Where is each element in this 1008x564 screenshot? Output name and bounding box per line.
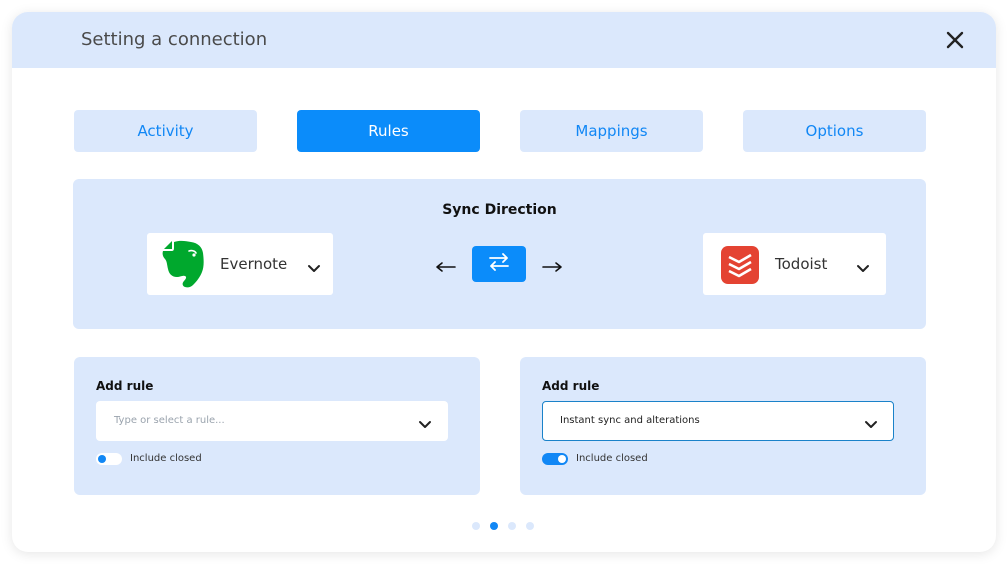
rule-select[interactable]: Type or select a rule... [96, 401, 448, 441]
rule-select[interactable]: Instant sync and alterations [542, 401, 894, 441]
include-closed-toggle[interactable] [542, 453, 568, 465]
swap-arrows-icon [488, 253, 510, 275]
target-app-select[interactable]: Todoist [703, 233, 886, 295]
rule-panel-2: Add rule Instant sync and alterations In… [520, 357, 926, 495]
modal-header: Setting a connection [12, 12, 996, 68]
chevron-down-icon [864, 415, 878, 434]
rule-select-value: Instant sync and alterations [560, 415, 700, 426]
chevron-down-icon [307, 259, 321, 278]
page-dot-4[interactable] [526, 522, 534, 530]
toggle-knob [558, 455, 566, 463]
arrow-left-icon [435, 258, 457, 272]
rule-panel-1: Add rule Type or select a rule... Includ… [74, 357, 480, 495]
modal-title: Setting a connection [81, 29, 268, 50]
rule-select-placeholder: Type or select a rule... [114, 415, 225, 426]
chevron-down-icon [418, 415, 432, 434]
toggle-knob [98, 455, 106, 463]
sync-direction-title: Sync Direction [442, 202, 557, 218]
tab-options[interactable]: Options [743, 110, 926, 152]
target-app-name: Todoist [775, 255, 828, 273]
page-dot-2[interactable] [490, 522, 498, 530]
tab-mappings[interactable]: Mappings [520, 110, 703, 152]
todoist-icon [721, 246, 759, 284]
evernote-icon [160, 239, 206, 289]
page-dot-1[interactable] [472, 522, 480, 530]
add-rule-label: Add rule [542, 379, 600, 393]
sync-direction-panel: Sync Direction Evernote Todoist [73, 179, 926, 329]
swap-direction-button[interactable] [472, 246, 526, 282]
page-dot-3[interactable] [508, 522, 516, 530]
include-closed-toggle[interactable] [96, 453, 122, 465]
connection-modal: Setting a connection Activity Rules Mapp… [12, 12, 996, 552]
arrow-right-icon [541, 258, 563, 272]
tab-rules[interactable]: Rules [297, 110, 480, 152]
close-icon[interactable] [944, 29, 966, 51]
tab-activity[interactable]: Activity [74, 110, 257, 152]
source-app-select[interactable]: Evernote [147, 233, 333, 295]
include-closed-label: Include closed [576, 453, 648, 464]
source-app-name: Evernote [220, 255, 288, 273]
include-closed-label: Include closed [130, 453, 202, 464]
add-rule-label: Add rule [96, 379, 154, 393]
chevron-down-icon [856, 259, 870, 278]
